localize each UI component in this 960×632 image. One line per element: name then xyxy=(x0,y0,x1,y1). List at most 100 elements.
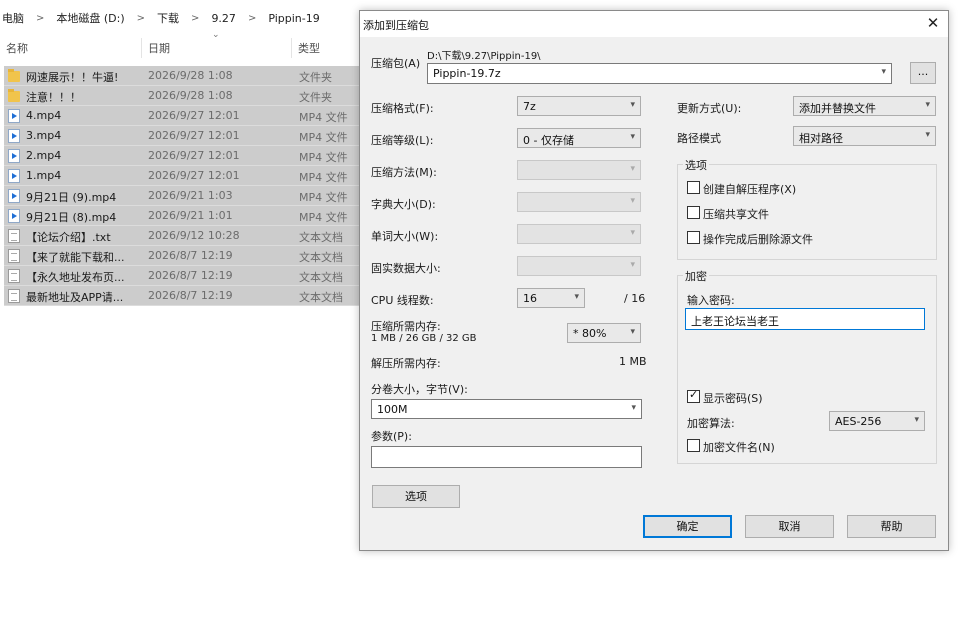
password-value: 上老王论坛当老王 xyxy=(691,315,779,328)
breadcrumb-downloads[interactable]: 下载 xyxy=(155,10,181,26)
breadcrumb-current-folder[interactable]: Pippin-19 xyxy=(266,12,321,25)
file-row[interactable]: 最新地址及APP请... 2026/8/7 12:19 文本文档 xyxy=(4,286,360,306)
encryption-group-legend: 加密 xyxy=(683,268,709,284)
chevron-right-icon: > xyxy=(247,12,257,24)
archive-name-combo[interactable]: Pippin-19.7z ▾ xyxy=(427,63,892,84)
file-list: 网速展示！！牛逼! 2026/9/28 1:08 文件夹 注意！！！ 2026/9/28… xyxy=(4,66,360,306)
password-label: 输入密码: xyxy=(687,294,735,307)
delete-after-checkbox[interactable] xyxy=(687,231,700,244)
column-header-date[interactable]: 日期 xyxy=(148,40,170,56)
file-type: 文本文档 xyxy=(299,251,343,264)
video-file-icon xyxy=(8,109,20,123)
memory-usage-select[interactable]: * 80% ▾ xyxy=(567,323,641,343)
delete-after-label[interactable]: 操作完成后删除源文件 xyxy=(703,231,813,247)
encrypt-names-label[interactable]: 加密文件名(N) xyxy=(703,439,775,455)
chevron-down-icon: ▾ xyxy=(914,415,919,425)
chevron-down-icon: ▾ xyxy=(630,228,635,238)
method-label: 压缩方法(M): xyxy=(371,166,437,179)
file-name: 网速展示！！牛逼! xyxy=(26,71,119,84)
help-button[interactable]: 帮助 xyxy=(847,515,936,538)
encryption-method-label: 加密算法: xyxy=(687,417,735,430)
file-date: 2026/9/28 1:08 xyxy=(148,69,233,82)
file-row[interactable]: 注意！！！ 2026/9/28 1:08 文件夹 xyxy=(4,86,360,106)
column-header-name[interactable]: 名称 xyxy=(6,40,28,56)
method-select: ▾ xyxy=(517,160,641,180)
shared-files-label[interactable]: 压缩共享文件 xyxy=(703,206,769,222)
file-row[interactable]: 网速展示！！牛逼! 2026/9/28 1:08 文件夹 xyxy=(4,66,360,86)
archive-name-value: Pippin-19.7z xyxy=(433,67,501,80)
solid-select: ▾ xyxy=(517,256,641,276)
cancel-button[interactable]: 取消 xyxy=(745,515,834,538)
show-password-label[interactable]: 显示密码(S) xyxy=(703,390,763,406)
chevron-down-icon[interactable]: ▾ xyxy=(631,403,636,413)
file-row[interactable]: 9月21日 (8).mp4 2026/9/21 1:01 MP4 文件 xyxy=(4,206,360,226)
memory-label: 压缩所需内存: xyxy=(371,320,441,333)
video-file-icon xyxy=(8,209,20,223)
file-date: 2026/9/21 1:03 xyxy=(148,189,233,202)
text-file-icon xyxy=(8,269,20,283)
cpu-threads-select[interactable]: 16 ▾ xyxy=(517,288,585,308)
file-type: MP4 文件 xyxy=(299,171,348,184)
text-file-icon xyxy=(8,229,20,243)
file-row[interactable]: 1.mp4 2026/9/27 12:01 MP4 文件 xyxy=(4,166,360,186)
cpu-total: / 16 xyxy=(624,292,646,305)
chevron-down-icon: ▾ xyxy=(574,292,579,302)
file-type: MP4 文件 xyxy=(299,111,348,124)
folder-icon xyxy=(8,89,20,102)
file-name: 最新地址及APP请... xyxy=(26,291,124,304)
column-divider[interactable] xyxy=(291,38,292,58)
file-type: MP4 文件 xyxy=(299,131,348,144)
close-icon[interactable]: ✕ xyxy=(918,11,948,37)
file-type: MP4 文件 xyxy=(299,191,348,204)
file-date: 2026/9/27 12:01 xyxy=(148,129,240,142)
file-type: MP4 文件 xyxy=(299,151,348,164)
browse-button[interactable]: ... xyxy=(910,62,936,84)
column-header-type[interactable]: 类型 xyxy=(298,40,320,56)
ok-button[interactable]: 确定 xyxy=(643,515,732,538)
file-type: MP4 文件 xyxy=(299,211,348,224)
file-row[interactable]: 4.mp4 2026/9/27 12:01 MP4 文件 xyxy=(4,106,360,126)
breadcrumb-folder-927[interactable]: 9.27 xyxy=(209,12,238,25)
params-input[interactable] xyxy=(371,446,642,468)
memory-usage-value: * 80% xyxy=(573,327,607,340)
file-date: 2026/8/7 12:19 xyxy=(148,269,233,282)
update-mode-select[interactable]: 添加并替换文件 ▾ xyxy=(793,96,936,116)
video-file-icon xyxy=(8,129,20,143)
file-row[interactable]: 【论坛介绍】.txt 2026/9/12 10:28 文本文档 xyxy=(4,226,360,246)
format-select[interactable]: 7z ▾ xyxy=(517,96,641,116)
encryption-method-select[interactable]: AES-256 ▾ xyxy=(829,411,925,431)
file-name: 1.mp4 xyxy=(26,169,62,182)
file-row[interactable]: 9月21日 (9).mp4 2026/9/21 1:03 MP4 文件 xyxy=(4,186,360,206)
path-mode-select[interactable]: 相对路径 ▾ xyxy=(793,126,936,146)
level-label: 压缩等级(L): xyxy=(371,134,434,147)
file-type: 文本文档 xyxy=(299,231,343,244)
file-row[interactable]: 3.mp4 2026/9/27 12:01 MP4 文件 xyxy=(4,126,360,146)
chevron-down-icon[interactable]: ▾ xyxy=(881,67,886,77)
file-row[interactable]: 【永久地址发布页... 2026/8/7 12:19 文本文档 xyxy=(4,266,360,286)
password-input[interactable]: 上老王论坛当老王 xyxy=(685,308,925,330)
options-button[interactable]: 选项 xyxy=(372,485,460,508)
cpu-threads-value: 16 xyxy=(523,292,537,305)
dict-select: ▾ xyxy=(517,192,641,212)
column-divider[interactable] xyxy=(141,38,142,58)
file-date: 2026/9/21 1:01 xyxy=(148,209,233,222)
level-select[interactable]: 0 - 仅存储 ▾ xyxy=(517,128,641,148)
format-label: 压缩格式(F): xyxy=(371,102,434,115)
file-row[interactable]: 2.mp4 2026/9/27 12:01 MP4 文件 xyxy=(4,146,360,166)
sfx-label[interactable]: 创建自解压程序(X) xyxy=(703,181,796,197)
shared-files-checkbox[interactable] xyxy=(687,206,700,219)
path-mode-label: 路径模式 xyxy=(677,132,721,145)
show-password-checkbox[interactable] xyxy=(687,388,700,403)
breadcrumb-pc[interactable]: 电脑 xyxy=(0,10,26,26)
split-size-value: 100M xyxy=(377,403,408,416)
file-type: 文本文档 xyxy=(299,291,343,304)
split-size-combo[interactable]: 100M ▾ xyxy=(371,399,642,419)
sfx-checkbox[interactable] xyxy=(687,181,700,194)
encryption-method-value: AES-256 xyxy=(835,415,882,428)
breadcrumb-drive[interactable]: 本地磁盘 (D:) xyxy=(54,10,126,26)
file-row[interactable]: 【来了就能下载和... 2026/8/7 12:19 文本文档 xyxy=(4,246,360,266)
dialog-title: 添加到压缩包 xyxy=(363,19,429,32)
level-value: 0 - 仅存储 xyxy=(523,134,574,147)
chevron-down-icon: ▾ xyxy=(630,260,635,270)
encrypt-names-checkbox[interactable] xyxy=(687,439,700,452)
